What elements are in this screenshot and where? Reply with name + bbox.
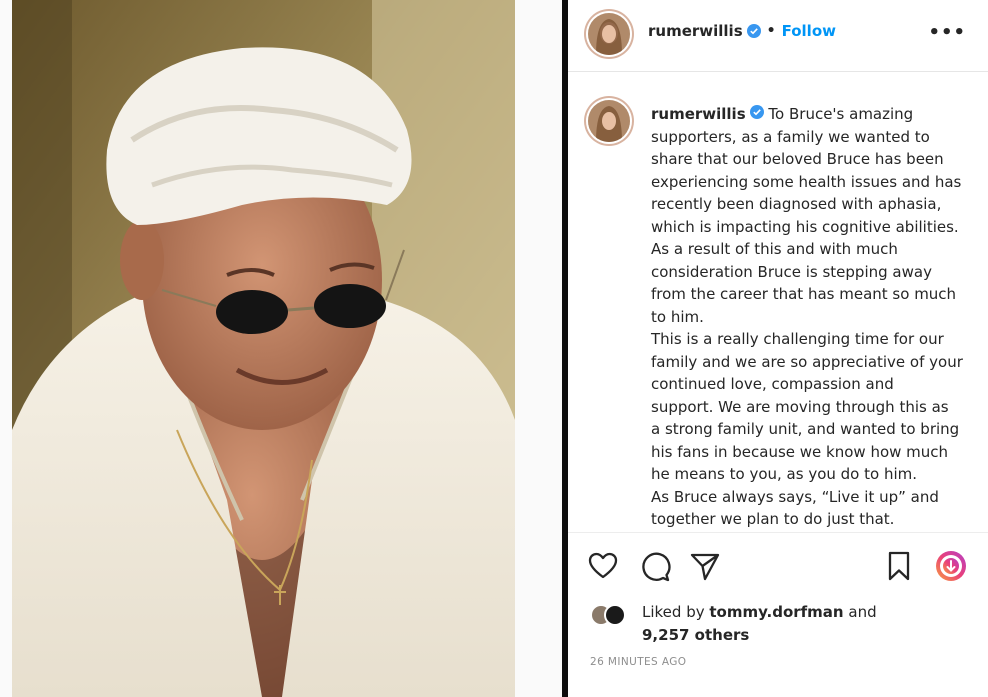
post-photo-image <box>12 0 515 697</box>
share-icon[interactable] <box>688 549 722 583</box>
caption-text: rumerwillis To Bruce's amazing supporter… <box>651 103 973 531</box>
header-separator: • <box>766 23 776 39</box>
caption-line: support. We are moving through this as <box>651 397 949 416</box>
caption-line: his fans in because we know how much <box>651 442 949 461</box>
post-photo[interactable] <box>12 0 515 697</box>
caption-username[interactable]: rumerwillis <box>651 105 746 123</box>
more-options-icon[interactable]: ••• <box>928 22 966 43</box>
caption-line: he means to you, as you do to him. <box>651 465 918 483</box>
caption-line: continued love, compassion and <box>651 375 894 393</box>
caption-line: from the career that has meant so much <box>651 285 957 303</box>
caption-line: to him. <box>651 307 704 326</box>
bookmark-icon[interactable] <box>882 549 916 583</box>
likes-prefix: Liked by <box>642 603 710 621</box>
caption-line: recently been diagnosed with aphasia, <box>651 195 942 213</box>
post-header: rumerwillis • Follow ••• <box>568 0 988 72</box>
comment-icon[interactable] <box>638 549 672 583</box>
author-avatar-image <box>588 13 630 55</box>
caption-line: share that our beloved Bruce has been <box>651 150 944 168</box>
caption-line: family and we are so appreciative of you… <box>651 352 963 371</box>
post-media-pane <box>0 0 562 697</box>
caption-author-avatar[interactable] <box>588 100 630 142</box>
likes-connector: and <box>843 603 877 621</box>
caption-line: which is impacting his cognitive abiliti… <box>651 217 959 236</box>
likes-summary: Liked by tommy.dorfman and 9,257 others <box>590 598 970 648</box>
post-timestamp[interactable]: 26 MINUTES AGO <box>590 656 686 668</box>
caption-line: As Bruce always says, “Live it up” and <box>651 487 939 506</box>
header-username-row: rumerwillis • Follow <box>648 22 836 40</box>
verified-badge-icon <box>746 24 761 38</box>
actions-divider <box>568 532 988 533</box>
reel-download-icon[interactable] <box>934 549 968 583</box>
caption-line: experiencing some health issues and has <box>651 172 962 191</box>
caption-first-line: rumerwillis To Bruce's amazing <box>651 103 973 126</box>
caption-line: together we plan to do just that. <box>651 510 895 528</box>
caption-line: As a result of this and with much <box>651 240 898 258</box>
caption-area: rumerwillis To Bruce's amazing supporter… <box>568 72 988 532</box>
liker-avatar[interactable] <box>604 604 626 626</box>
caption-line: consideration Bruce is stepping away <box>651 262 932 281</box>
liker-username[interactable]: tommy.dorfman <box>709 603 843 621</box>
caption-line: This is a really challenging time for ou… <box>651 330 944 348</box>
caption-line: supporters, as a family we wanted to <box>651 127 930 146</box>
caption-verified-badge-icon <box>749 103 764 119</box>
follow-button[interactable]: Follow <box>782 22 836 40</box>
caption-avatar-image <box>588 100 630 142</box>
heart-icon[interactable] <box>586 549 620 583</box>
caption-line: To Bruce's amazing <box>768 105 914 123</box>
author-username[interactable]: rumerwillis <box>648 22 743 40</box>
author-avatar[interactable] <box>588 13 630 55</box>
caption-line: a strong family unit, and wanted to brin… <box>651 420 960 438</box>
action-bar <box>568 545 988 589</box>
likes-text: Liked by tommy.dorfman and 9,257 others <box>642 601 877 647</box>
likes-count[interactable]: 9,257 others <box>642 626 749 644</box>
liker-avatars <box>590 604 640 628</box>
post-panel: rumerwillis • Follow ••• rumerwillis To … <box>568 0 988 697</box>
